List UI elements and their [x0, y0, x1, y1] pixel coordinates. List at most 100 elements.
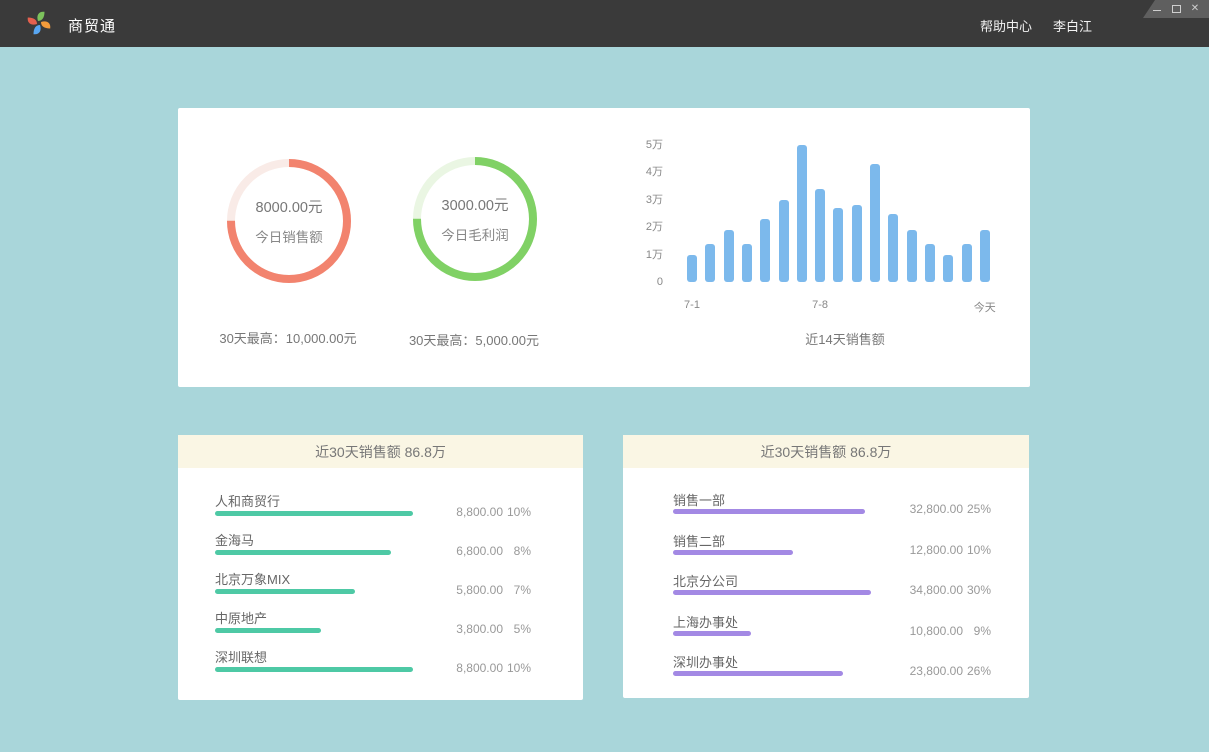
- row-label: 金海马: [215, 530, 254, 549]
- maximize-icon[interactable]: [1171, 4, 1181, 14]
- today-profit-value: 3000.00元: [442, 194, 509, 215]
- row-label: 深圳联想: [215, 647, 267, 666]
- bar-chart-bar: [687, 255, 697, 282]
- sales-row: 深圳联想 8,800.0010%: [178, 645, 583, 685]
- today-profit-label: 今日毛利润: [441, 224, 509, 244]
- row-progress-bar: [215, 628, 321, 633]
- y-axis-tick: 3万: [613, 194, 663, 206]
- row-percent: 10%: [503, 661, 531, 675]
- y-axis-tick: 1万: [613, 249, 663, 261]
- bar-chart-bar: [760, 219, 770, 282]
- bar-chart-bar: [925, 244, 935, 282]
- row-amount: 6,800.00: [423, 544, 503, 558]
- row-percent: 26%: [963, 664, 991, 678]
- row-amount: 8,800.00: [423, 505, 503, 519]
- row-values: 8,800.0010%: [423, 661, 531, 675]
- bar-chart-bar: [962, 244, 972, 282]
- sales-row: 人和商贸行 8,800.0010%: [178, 489, 583, 529]
- row-values: 5,800.007%: [423, 583, 531, 597]
- sales-row: 销售二部 12,800.0010%: [623, 529, 1029, 569]
- titlebar: 商贸通 帮助中心 李白江 ✕: [0, 0, 1209, 47]
- departments-card-title: 近30天销售额 86.8万: [623, 435, 1029, 468]
- titlebar-menu: 帮助中心 李白江: [980, 16, 1092, 35]
- sales-30d-max-note: 30天最高：10,000.00元: [188, 328, 388, 347]
- bar-chart-title: 近14天销售额: [745, 329, 945, 348]
- bar-chart-bar: [742, 244, 752, 282]
- bar-chart-bar: [907, 230, 917, 282]
- customers-card-title: 近30天销售额 86.8万: [178, 435, 583, 468]
- row-amount: 8,800.00: [423, 661, 503, 675]
- bar-chart-bar: [888, 214, 898, 283]
- window-controls: ✕: [1143, 0, 1209, 18]
- row-progress-bar: [673, 550, 793, 555]
- row-amount: 23,800.00: [873, 664, 963, 678]
- row-label: 销售二部: [673, 531, 725, 550]
- sales-row: 金海马 6,800.008%: [178, 528, 583, 568]
- row-amount: 32,800.00: [873, 502, 963, 516]
- row-amount: 5,800.00: [423, 583, 503, 597]
- today-sales-label: 今日销售额: [255, 226, 323, 246]
- row-values: 3,800.005%: [423, 622, 531, 636]
- sales-row: 中原地产 3,800.005%: [178, 606, 583, 646]
- bar-chart-bar: [833, 208, 843, 282]
- row-progress-bar: [673, 509, 865, 514]
- row-percent: 5%: [503, 622, 531, 636]
- bar-chart-bar: [779, 200, 789, 282]
- app-window: 商贸通 帮助中心 李白江 ✕ 8000.00元 今日销售额 30天最高：10,0…: [0, 0, 1209, 752]
- row-label: 上海办事处: [673, 612, 738, 631]
- row-progress-bar: [215, 550, 391, 555]
- row-amount: 10,800.00: [873, 624, 963, 638]
- customers-30d-card: 近30天销售额 86.8万 人和商贸行8,800.0010%金海马6,800.0…: [178, 435, 583, 700]
- x-axis-tick: 今天: [955, 299, 1015, 315]
- sales-row: 上海办事处 10,800.009%: [623, 610, 1029, 650]
- row-progress-bar: [215, 589, 355, 594]
- row-values: 34,800.0030%: [873, 583, 991, 597]
- help-center-link[interactable]: 帮助中心: [980, 16, 1032, 35]
- bar-chart-bar: [705, 244, 715, 282]
- row-progress-bar: [215, 667, 413, 672]
- bar-chart-bar: [870, 164, 880, 282]
- row-values: 10,800.009%: [873, 624, 991, 638]
- x-axis-tick: 7-1: [662, 299, 722, 311]
- profit-30d-max-note: 30天最高：5,000.00元: [374, 330, 574, 349]
- row-label: 人和商贸行: [215, 491, 280, 510]
- departments-30d-card: 近30天销售额 86.8万 销售一部 32,800.0025% 销售二部 12,800…: [623, 435, 1029, 698]
- y-axis-tick: 4万: [613, 166, 663, 178]
- departments-row-list: 销售一部 32,800.0025% 销售二部 12,800.0010% 北京分公司34,…: [623, 468, 1029, 698]
- row-progress-bar: [673, 671, 843, 676]
- row-percent: 10%: [503, 505, 531, 519]
- minimize-icon[interactable]: [1152, 4, 1162, 14]
- row-percent: 7%: [503, 583, 531, 597]
- bar-chart-plot: [687, 145, 1007, 282]
- close-icon[interactable]: ✕: [1190, 4, 1200, 14]
- row-label: 销售一部: [673, 490, 725, 509]
- bar-chart-bar: [852, 205, 862, 282]
- row-amount: 34,800.00: [873, 583, 963, 597]
- row-percent: 9%: [963, 624, 991, 638]
- sales-row: 销售一部 32,800.0025%: [623, 488, 1029, 528]
- sales-row: 北京万象MIX 5,800.007%: [178, 567, 583, 607]
- row-values: 12,800.0010%: [873, 543, 991, 557]
- x-axis-tick: 7-8: [790, 299, 850, 311]
- row-label: 中原地产: [215, 608, 267, 627]
- row-amount: 12,800.00: [873, 543, 963, 557]
- bar-chart-bar: [724, 230, 734, 282]
- current-user-link[interactable]: 李白江: [1053, 16, 1092, 35]
- y-axis-tick: 0: [613, 276, 663, 288]
- row-percent: 8%: [503, 544, 531, 558]
- today-sales-value: 8000.00元: [256, 196, 323, 217]
- row-progress-bar: [215, 511, 413, 516]
- row-percent: 30%: [963, 583, 991, 597]
- bar-chart-bar: [980, 230, 990, 282]
- row-percent: 25%: [963, 502, 991, 516]
- bar-chart-bar: [815, 189, 825, 282]
- row-values: 6,800.008%: [423, 544, 531, 558]
- app-title: 商贸通: [68, 15, 116, 36]
- bar-chart-bar: [943, 255, 953, 282]
- app-logo-icon: [25, 9, 53, 37]
- row-progress-bar: [673, 590, 871, 595]
- bar-chart-bar: [797, 145, 807, 282]
- sales-row: 北京分公司34,800.0030%: [623, 569, 1029, 609]
- row-percent: 10%: [963, 543, 991, 557]
- row-label: 北京万象MIX: [215, 569, 290, 588]
